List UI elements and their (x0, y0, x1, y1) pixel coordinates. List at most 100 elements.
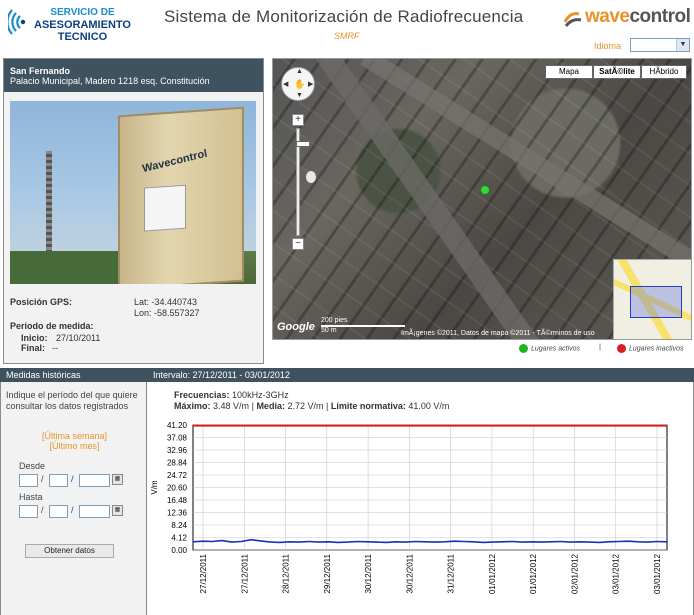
legend-active: Lugares activos (519, 344, 580, 353)
y-tick-label: 32.96 (167, 446, 188, 455)
gps-lon: Lon: -58.557327 (134, 308, 200, 318)
zoom-in-button[interactable]: + (292, 114, 304, 126)
green-dot-icon (519, 344, 528, 353)
to-label: Hasta (19, 492, 43, 502)
box-brand: Wavecontrol (141, 147, 209, 176)
wave-icon (563, 12, 582, 27)
calendar-icon[interactable]: ▦ (112, 505, 123, 516)
active-site-marker[interactable] (480, 185, 490, 195)
y-axis-label: V/m (150, 480, 159, 495)
zoom-control[interactable]: + − (292, 114, 310, 250)
hand-icon: ✋ (294, 79, 306, 89)
from-label: Desde (19, 461, 46, 471)
page-subtitle: SMRF (334, 31, 360, 41)
monitor-box-image: Wavecontrol (118, 106, 244, 284)
x-tick-label: 30/12/2011 (405, 553, 414, 593)
measurement-chart: 0.00 4.12 8.24 12.36 16.48 20.60 24.72 28.84 32.… (150, 421, 668, 594)
interval-label: Intervalo: 27/12/2011 - 03/01/2012 (153, 370, 290, 380)
wavecontrol-logo: wavecontrol (563, 6, 691, 30)
pan-control[interactable]: ▲ ▼ ◀ ▶ ✋ (281, 67, 315, 101)
sat-logo: SERVICIO DE ASESORAMIENTO TECNICO (6, 4, 136, 52)
pan-right-icon[interactable]: ▶ (308, 80, 313, 88)
start-label: Inicio: (21, 333, 48, 343)
site-address: Palacio Municipal, Madero 1218 esq. Cons… (10, 76, 210, 86)
x-tick-label: 27/12/2011 (240, 553, 249, 593)
scale-m: 50 m (321, 327, 337, 334)
zoom-slider-handle[interactable] (296, 141, 310, 147)
satellite-map[interactable]: Mapa SatÃ©lite HÃ­brido ▲ ▼ ◀ ▶ ✋ + − Go… (272, 58, 692, 340)
from-month-input[interactable] (49, 474, 68, 487)
to-month-input[interactable] (49, 505, 68, 518)
x-tick-label: 30/12/2011 (364, 553, 373, 593)
pan-up-icon[interactable]: ▲ (296, 68, 303, 75)
gps-label: Posición GPS: (10, 297, 73, 307)
chart-panel: Frecuencias: 100kHz-3GHz Máximo: 3.48 V/… (147, 382, 694, 615)
to-day-input[interactable] (19, 505, 38, 518)
history-intro: Indique el período del que quiere consul… (6, 390, 138, 411)
from-year-input[interactable] (79, 474, 110, 487)
zoom-out-button[interactable]: − (292, 238, 304, 250)
x-tick-label: 01/01/2012 (529, 553, 538, 594)
street-view-icon[interactable] (306, 171, 316, 183)
language-select[interactable]: ▼ (630, 38, 690, 52)
start-value: 27/10/2011 (56, 333, 101, 343)
map-copyright[interactable]: ImÃ¡genes ©2011, Datos de mapa ©2011 - T… (401, 330, 595, 337)
last-week-link[interactable]: [Última semana] (1, 431, 148, 441)
history-bar: Medidas históricas Intervalo: 27/12/2011… (0, 368, 694, 382)
legend-inactive: Lugares inactivos (617, 344, 683, 353)
pan-down-icon[interactable]: ▼ (296, 92, 303, 99)
map-type-map[interactable]: Mapa (545, 65, 593, 79)
gps-lat: Lat: -34.440743 (134, 297, 198, 307)
map-type-hybrid[interactable]: HÃ­brido (641, 65, 687, 79)
calendar-icon[interactable]: ▦ (112, 474, 123, 485)
red-dot-icon (617, 344, 626, 353)
logo-line-1: SERVICIO DE (50, 7, 115, 18)
zoom-slider[interactable] (296, 128, 310, 236)
end-value: -- (52, 343, 58, 353)
x-tick-label: 03/01/2012 (653, 553, 662, 594)
x-tick-label: 27/12/2011 (199, 553, 208, 593)
to-year-input[interactable] (79, 505, 110, 518)
y-tick-label: 20.60 (167, 484, 188, 493)
history-form: Indique el período del que quiere consul… (0, 382, 147, 615)
legend-separator: | (599, 344, 601, 351)
x-tick-label: 29/12/2011 (323, 553, 332, 593)
language-label: Idioma (594, 41, 622, 51)
x-tick-label: 01/01/2012 (488, 553, 497, 594)
scale-ft: 200 pies (321, 317, 348, 324)
x-tick-label: 31/12/2011 (447, 553, 456, 593)
y-tick-label: 41.20 (167, 421, 188, 430)
get-data-button[interactable]: Obtener datos (25, 544, 114, 558)
minimap-viewport[interactable] (630, 286, 682, 318)
chevron-down-icon[interactable]: ▼ (676, 39, 689, 51)
overview-minimap[interactable] (613, 259, 691, 339)
logo-prefix: wave (585, 6, 630, 27)
map-scale: 200 pies 50 m (321, 317, 405, 334)
period-label: Periodo de medida: (10, 321, 94, 331)
site-photo: Wavecontrol (10, 101, 256, 284)
logo-line-3: TECNICO (57, 31, 108, 43)
pan-left-icon[interactable]: ◀ (283, 80, 288, 88)
site-name: San Fernando (10, 66, 71, 76)
y-tick-label: 28.84 (167, 459, 188, 468)
page-title: Sistema de Monitorización de Radiofrecue… (164, 7, 524, 26)
x-tick-label: 28/12/2011 (282, 553, 291, 593)
site-info-panel: San Fernando Palacio Municipal, Madero 1… (3, 58, 264, 364)
google-logo: Google (277, 321, 315, 333)
from-day-input[interactable] (19, 474, 38, 487)
end-label: Final: (21, 343, 45, 353)
site-header: San Fernando Palacio Municipal, Madero 1… (4, 59, 263, 92)
x-tick-label: 02/01/2012 (570, 553, 579, 594)
logo-suffix: control (629, 6, 691, 27)
map-type-satellite[interactable]: SatÃ©lite (593, 65, 641, 79)
y-tick-label: 12.36 (167, 509, 188, 518)
y-tick-label: 8.24 (171, 521, 187, 530)
y-tick-label: 4.12 (171, 534, 187, 543)
logo-line-2: ASESORAMIENTO (34, 19, 131, 31)
x-tick-label: 03/01/2012 (612, 553, 621, 594)
last-month-link[interactable]: [Último mes] (1, 441, 148, 451)
y-tick-label: 16.48 (167, 496, 188, 505)
y-tick-label: 24.72 (167, 471, 188, 480)
y-tick-label: 37.08 (167, 434, 188, 443)
history-title: Medidas históricas (6, 370, 81, 380)
